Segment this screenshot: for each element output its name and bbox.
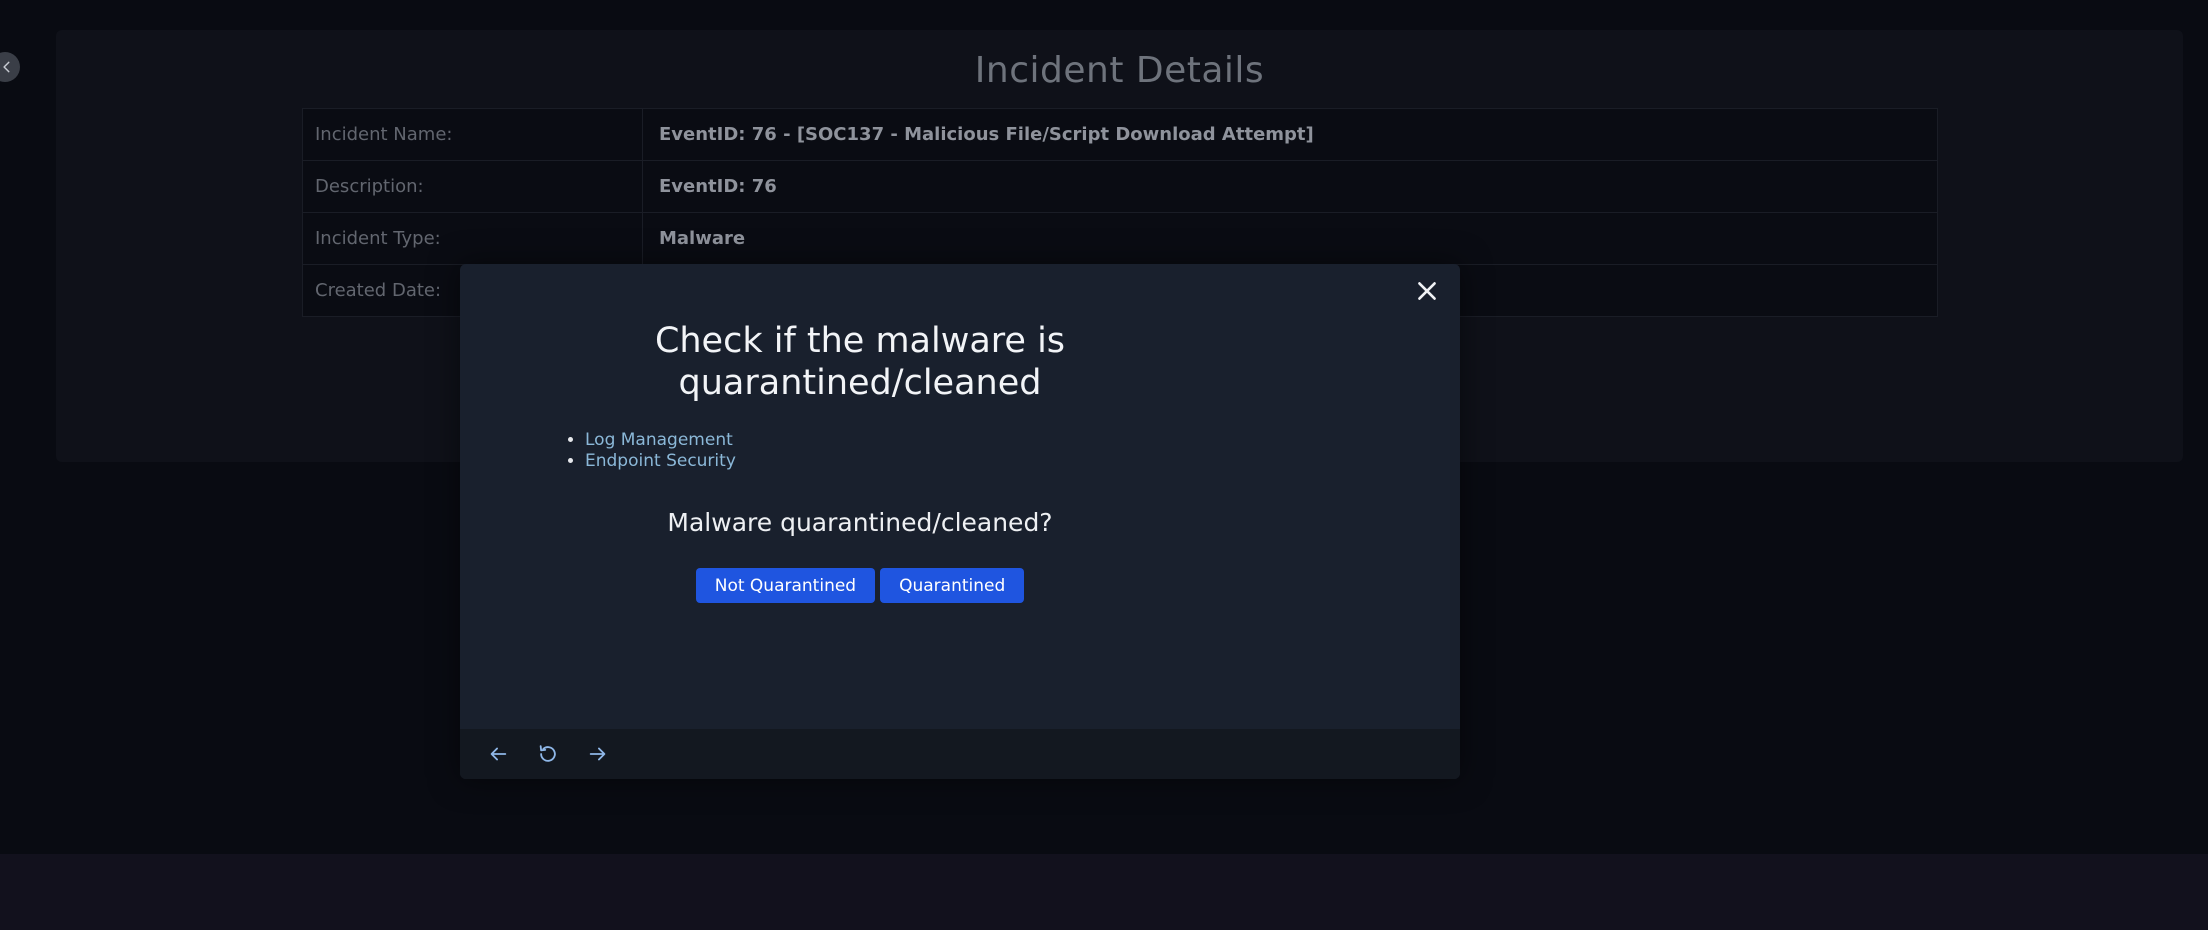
not-quarantined-button[interactable]: Not Quarantined xyxy=(695,568,876,603)
modal-overlay: Check if the malware is quarantined/clea… xyxy=(0,0,2208,854)
bottom-band xyxy=(0,854,2208,930)
modal-footer xyxy=(460,729,1460,779)
resource-links: Log Management Endpoint Security xyxy=(585,430,736,472)
log-management-link[interactable]: Log Management xyxy=(585,430,733,450)
list-item: Log Management xyxy=(585,430,736,451)
page: Incident Details Incident Name: EventID:… xyxy=(0,0,2208,930)
back-button[interactable] xyxy=(484,740,512,768)
list-item: Endpoint Security xyxy=(585,451,736,472)
arrow-left-icon xyxy=(490,747,507,761)
playbook-modal: Check if the malware is quarantined/clea… xyxy=(460,264,1460,779)
rotate-ccw-icon xyxy=(539,745,556,762)
reset-button[interactable] xyxy=(534,740,562,768)
arrow-right-icon xyxy=(589,747,606,761)
answer-buttons: Not Quarantined Quarantined xyxy=(610,568,1110,603)
forward-button[interactable] xyxy=(584,740,612,768)
endpoint-security-link[interactable]: Endpoint Security xyxy=(585,451,736,471)
close-icon xyxy=(1418,282,1436,300)
question-text: Malware quarantined/cleaned? xyxy=(667,508,1053,537)
quarantined-button[interactable]: Quarantined xyxy=(880,568,1025,603)
close-button[interactable] xyxy=(1412,276,1442,306)
modal-title: Check if the malware is quarantined/clea… xyxy=(654,321,1066,403)
